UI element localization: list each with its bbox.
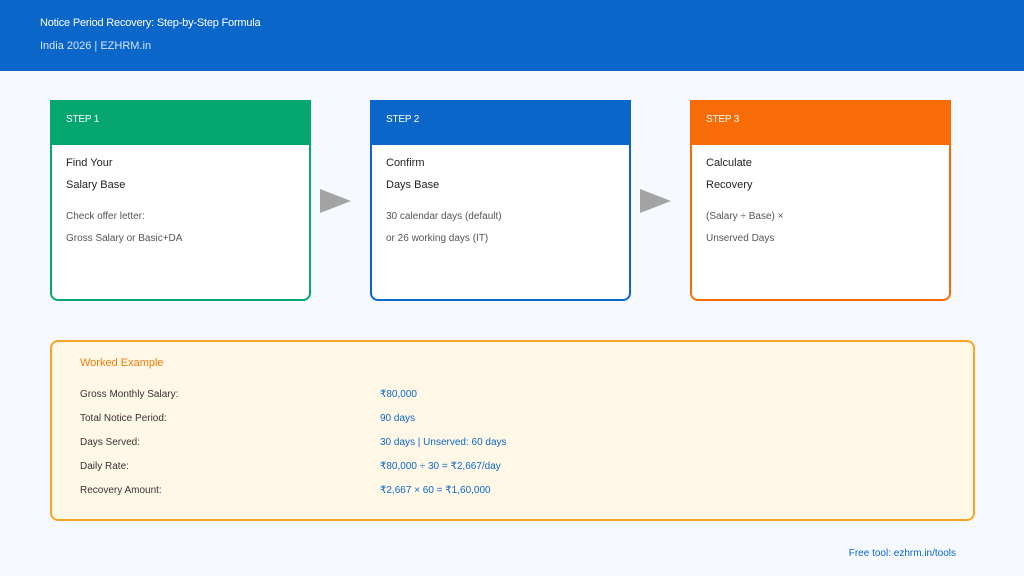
step-label-3: STEP 3: [706, 114, 740, 125]
example-value-recovery: ₹2,667 × 60 = ₹1,60,000: [380, 485, 491, 496]
step-desc-2-line2: or 26 working days (IT): [386, 233, 489, 244]
step-desc-1-line1: Check offer letter:: [66, 211, 145, 222]
step-card-2: STEP 2 Confirm Days Base 30 calendar day…: [370, 100, 631, 301]
step-header-3: STEP 3: [692, 102, 949, 145]
step-title-3-line1: Calculate: [706, 157, 752, 169]
example-label-served: Days Served:: [80, 437, 141, 448]
step-header-2: STEP 2: [372, 102, 629, 145]
step-title-3-line2: Recovery: [706, 179, 753, 191]
step-card-3: STEP 3 Calculate Recovery (Salary ÷ Base…: [690, 100, 951, 301]
example-value-served: 30 days | Unserved: 60 days: [380, 437, 507, 448]
example-value-daily-rate: ₹80,000 ÷ 30 = ₹2,667/day: [380, 461, 501, 472]
step-title-2-line2: Days Base: [386, 179, 440, 191]
step-title-2-line1: Confirm: [386, 157, 425, 169]
example-label-daily-rate: Daily Rate:: [80, 461, 129, 472]
step-title-1-line2: Salary Base: [66, 179, 126, 191]
step-header-1: STEP 1: [52, 102, 309, 145]
arrow-right-icon: [640, 189, 671, 213]
example-label-recovery: Recovery Amount:: [80, 485, 162, 496]
worked-example-title: Worked Example: [80, 357, 164, 369]
step-label-1: STEP 1: [66, 114, 100, 125]
example-value-salary: ₹80,000: [380, 389, 417, 400]
step-card-1: STEP 1 Find Your Salary Base Check offer…: [50, 100, 311, 301]
example-label-salary: Gross Monthly Salary:: [80, 389, 179, 400]
page-title: Notice Period Recovery: Step-by-Step For…: [40, 17, 261, 29]
step-desc-2-line1: 30 calendar days (default): [386, 211, 502, 222]
step-desc-3-line1: (Salary ÷ Base) ×: [706, 211, 784, 222]
header-banner: Notice Period Recovery: Step-by-Step For…: [0, 0, 1024, 71]
footer-tool-link[interactable]: Free tool: ezhrm.in/tools: [849, 548, 956, 559]
arrow-right-icon: [320, 189, 351, 213]
step-desc-1-line2: Gross Salary or Basic+DA: [66, 233, 183, 244]
page-subtitle: India 2026 | EZHRM.in: [40, 40, 152, 52]
step-desc-3-line2: Unserved Days: [706, 233, 775, 244]
step-label-2: STEP 2: [386, 114, 420, 125]
worked-example-panel: Worked Example Gross Monthly Salary: ₹80…: [50, 340, 975, 521]
example-label-notice: Total Notice Period:: [80, 413, 167, 424]
example-value-notice: 90 days: [380, 413, 416, 424]
step-title-1-line1: Find Your: [66, 157, 113, 169]
